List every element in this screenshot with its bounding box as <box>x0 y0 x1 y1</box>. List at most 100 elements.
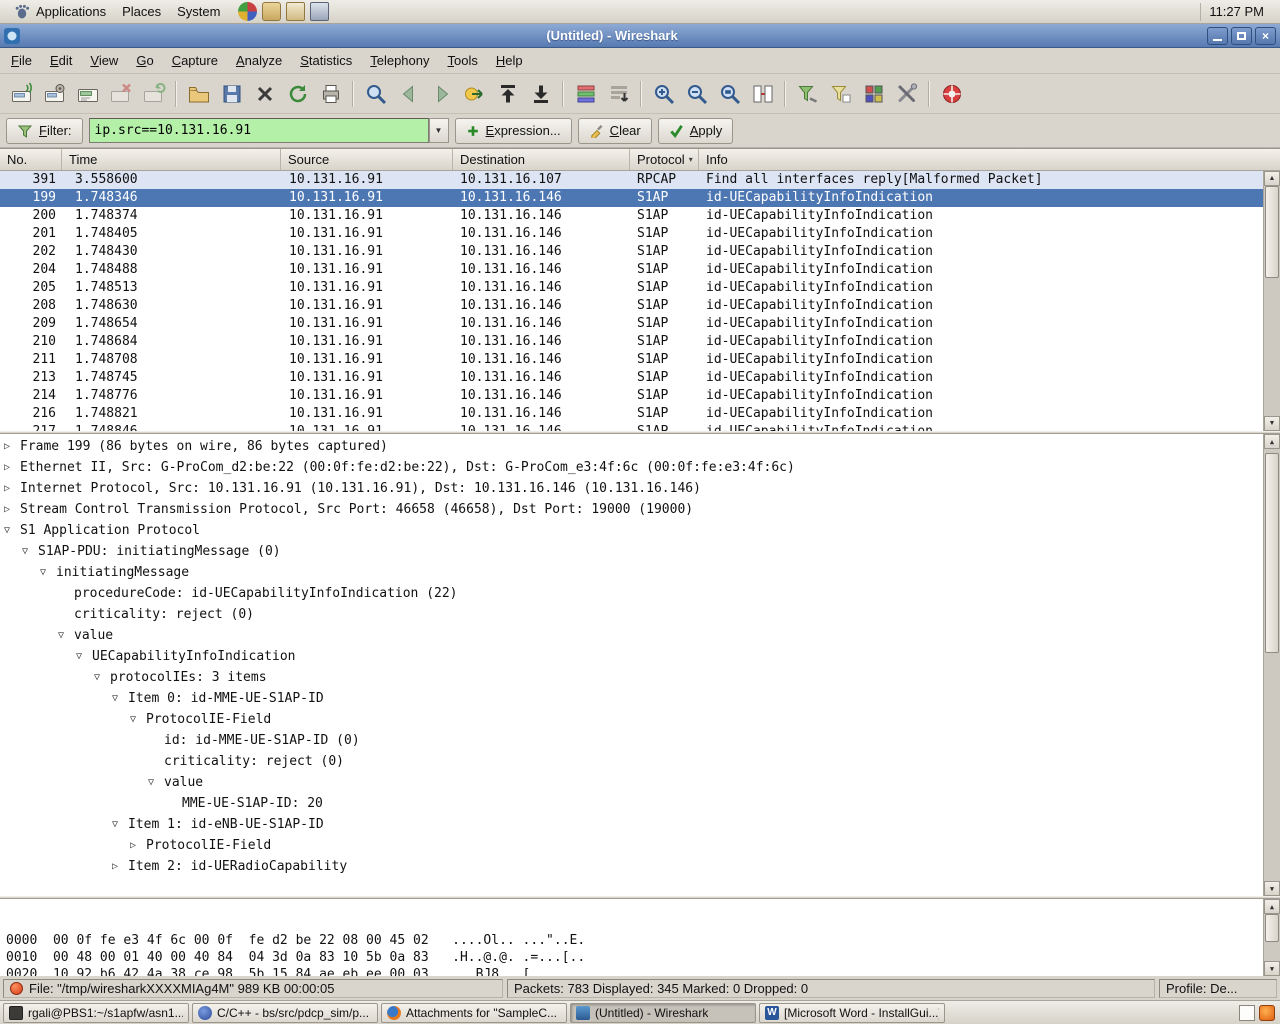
detail-line[interactable]: ▷Stream Control Transmission Protocol, S… <box>0 499 1263 520</box>
details-scrollbar[interactable]: ▲ ▼ <box>1263 434 1280 896</box>
scroll-up-icon[interactable]: ▲ <box>1264 434 1280 449</box>
scroll-track[interactable] <box>1264 186 1280 416</box>
expander-open-icon[interactable]: ▽ <box>130 709 146 730</box>
statusbar-profile-section[interactable]: Profile: De... <box>1159 979 1277 998</box>
app-launcher-icon-3[interactable] <box>286 2 305 21</box>
save-file-button[interactable] <box>215 78 248 110</box>
apply-button[interactable]: Apply <box>658 118 734 144</box>
column-header-source[interactable]: Source <box>281 149 453 170</box>
menu-go[interactable]: Go <box>127 49 162 72</box>
taskbar-button[interactable]: (Untitled) - Wireshark <box>570 1003 756 1023</box>
auto-scroll-button[interactable] <box>602 78 635 110</box>
expander-open-icon[interactable]: ▽ <box>112 814 128 835</box>
scroll-track[interactable] <box>1264 914 1280 961</box>
packet-row[interactable]: 2081.74863010.131.16.9110.131.16.146S1AP… <box>0 297 1263 315</box>
expert-info-icon[interactable] <box>10 982 23 995</box>
taskbar-button[interactable]: [Microsoft Word - InstallGui...] <box>759 1003 945 1023</box>
hex-line[interactable]: 0010 00 48 00 01 40 00 40 84 04 3d 0a 83… <box>6 949 1263 966</box>
detail-line[interactable]: ▷ProtocolIE-Field <box>0 835 1263 856</box>
maximize-button[interactable] <box>1231 27 1252 45</box>
detail-line[interactable]: id: id-MME-UE-S1AP-ID (0) <box>0 730 1263 751</box>
clock[interactable]: 11:27 PM <box>1201 4 1274 19</box>
detail-line[interactable]: procedureCode: id-UECapabilityInfoIndica… <box>0 583 1263 604</box>
detail-line[interactable]: ▽Item 0: id-MME-UE-S1AP-ID <box>0 688 1263 709</box>
expression-button[interactable]: Expression... <box>455 118 572 144</box>
detail-line[interactable]: ▷Ethernet II, Src: G-ProCom_d2:be:22 (00… <box>0 457 1263 478</box>
expander-closed-icon[interactable]: ▷ <box>4 436 20 457</box>
go-to-top-button[interactable] <box>491 78 524 110</box>
minimize-button[interactable] <box>1207 27 1228 45</box>
column-header-time[interactable]: Time <box>62 149 281 170</box>
app-launcher-icon-2[interactable] <box>262 2 281 21</box>
app-launcher-icon-1[interactable] <box>238 2 257 21</box>
packet-row[interactable]: 2141.74877610.131.16.9110.131.16.146S1AP… <box>0 387 1263 405</box>
detail-line[interactable]: ▽Item 1: id-eNB-UE-S1AP-ID <box>0 814 1263 835</box>
detail-line[interactable]: ▽value <box>0 625 1263 646</box>
expander-open-icon[interactable]: ▽ <box>94 667 110 688</box>
detail-line[interactable]: ▽initiatingMessage <box>0 562 1263 583</box>
expander-open-icon[interactable]: ▽ <box>22 541 38 562</box>
menu-statistics[interactable]: Statistics <box>291 49 361 72</box>
display-filters-button[interactable] <box>824 78 857 110</box>
column-header-no[interactable]: No. <box>0 149 62 170</box>
detail-line[interactable]: ▷Item 2: id-UERadioCapability <box>0 856 1263 877</box>
packet-row[interactable]: 2041.74848810.131.16.9110.131.16.146S1AP… <box>0 261 1263 279</box>
menu-analyze[interactable]: Analyze <box>227 49 291 72</box>
reload-button[interactable] <box>281 78 314 110</box>
zoom-100-button[interactable] <box>713 78 746 110</box>
system-menu[interactable]: System <box>169 2 228 21</box>
menu-edit[interactable]: Edit <box>41 49 81 72</box>
expander-closed-icon[interactable]: ▷ <box>4 499 20 520</box>
packet-row[interactable]: 1991.74834610.131.16.9110.131.16.146S1AP… <box>0 189 1263 207</box>
zoom-out-button[interactable] <box>680 78 713 110</box>
scroll-down-icon[interactable]: ▼ <box>1264 881 1280 896</box>
detail-line[interactable]: ▽S1 Application Protocol <box>0 520 1263 541</box>
detail-line[interactable]: criticality: reject (0) <box>0 751 1263 772</box>
menu-telephony[interactable]: Telephony <box>361 49 438 72</box>
packet-row[interactable]: 2101.74868410.131.16.9110.131.16.146S1AP… <box>0 333 1263 351</box>
menu-help[interactable]: Help <box>487 49 532 72</box>
hex-line[interactable]: 0000 00 0f fe e3 4f 6c 00 0f fe d2 be 22… <box>6 932 1263 949</box>
detail-line[interactable]: ▷Frame 199 (86 bytes on wire, 86 bytes c… <box>0 436 1263 457</box>
clear-button[interactable]: Clear <box>578 118 652 144</box>
expander-open-icon[interactable]: ▽ <box>112 688 128 709</box>
go-to-bottom-button[interactable] <box>524 78 557 110</box>
go-forward-button[interactable] <box>425 78 458 110</box>
filter-button[interactable]: Filter: <box>6 118 83 144</box>
resize-columns-button[interactable] <box>746 78 779 110</box>
column-header-destination[interactable]: Destination <box>453 149 630 170</box>
expander-open-icon[interactable]: ▽ <box>76 646 92 667</box>
expander-closed-icon[interactable]: ▷ <box>112 856 128 877</box>
hex-line[interactable]: 0020 10 92 b6 42 4a 38 ce 98 5b 15 84 ae… <box>6 966 1263 976</box>
tray-icon-2[interactable] <box>1259 1005 1275 1021</box>
zoom-in-button[interactable] <box>647 78 680 110</box>
column-header-info[interactable]: Info <box>699 149 1280 170</box>
scroll-up-icon[interactable]: ▲ <box>1264 899 1280 914</box>
packet-row[interactable]: 2021.74843010.131.16.9110.131.16.146S1AP… <box>0 243 1263 261</box>
list-interfaces-button[interactable] <box>5 78 38 110</box>
taskbar-button[interactable]: Attachments for "SampleC... <box>381 1003 567 1023</box>
filter-dropdown-button[interactable]: ▼ <box>429 118 449 143</box>
open-file-button[interactable] <box>182 78 215 110</box>
expander-open-icon[interactable]: ▽ <box>40 562 56 583</box>
expander-open-icon[interactable]: ▽ <box>148 772 164 793</box>
scroll-thumb[interactable] <box>1265 453 1279 653</box>
taskbar-button[interactable]: rgali@PBS1:~/s1apfw/asn1... <box>3 1003 189 1023</box>
packet-row[interactable]: 3913.55860010.131.16.9110.131.16.107RPCA… <box>0 171 1263 189</box>
detail-line[interactable]: ▽ProtocolIE-Field <box>0 709 1263 730</box>
colorize-button[interactable] <box>569 78 602 110</box>
detail-line[interactable]: ▽value <box>0 772 1263 793</box>
menu-tools[interactable]: Tools <box>439 49 487 72</box>
title-bar[interactable]: (Untitled) - Wireshark × <box>0 24 1280 48</box>
detail-line[interactable]: ▷Internet Protocol, Src: 10.131.16.91 (1… <box>0 478 1263 499</box>
packet-row[interactable]: 2091.74865410.131.16.9110.131.16.146S1AP… <box>0 315 1263 333</box>
coloring-rules-button[interactable] <box>857 78 890 110</box>
detail-line[interactable]: MME-UE-S1AP-ID: 20 <box>0 793 1263 814</box>
scroll-down-icon[interactable]: ▼ <box>1264 416 1280 431</box>
print-button[interactable] <box>314 78 347 110</box>
scroll-thumb[interactable] <box>1265 914 1279 942</box>
tray-icon-1[interactable] <box>1239 1005 1255 1021</box>
go-back-button[interactable] <box>392 78 425 110</box>
scroll-down-icon[interactable]: ▼ <box>1264 961 1280 976</box>
new-capture-button[interactable] <box>71 78 104 110</box>
